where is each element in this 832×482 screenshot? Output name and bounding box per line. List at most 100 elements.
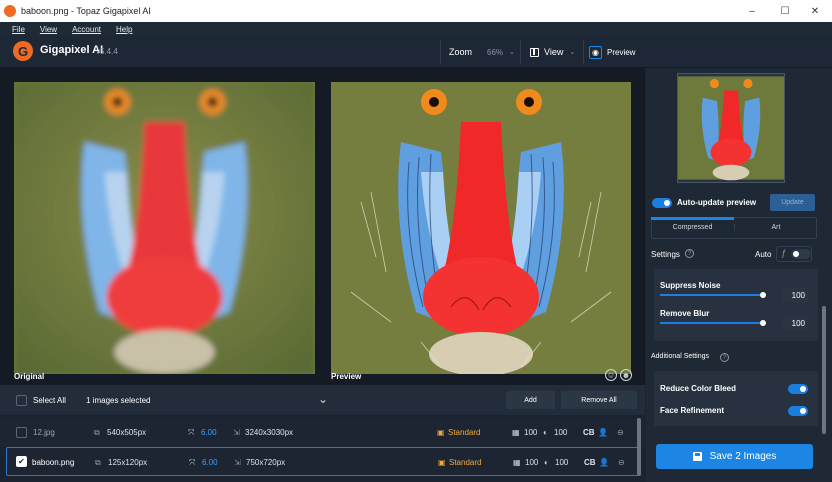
toolbar-separator xyxy=(583,40,584,64)
help-icon[interactable]: ? xyxy=(720,353,729,362)
model-icon: ▣ xyxy=(437,428,445,437)
select-all-label[interactable]: Select All xyxy=(33,396,66,405)
file-checkbox[interactable] xyxy=(16,427,27,438)
toolbar-separator xyxy=(440,40,441,64)
blur-icon: ◐ xyxy=(543,428,548,437)
window-title: baboon.png - Topaz Gigapixel AI xyxy=(21,6,151,16)
auto-update-label: Auto-update preview xyxy=(677,198,757,207)
app-header xyxy=(0,36,832,68)
preview-label-overlay: Preview xyxy=(331,372,362,381)
view-dropdown[interactable]: View ⌄ xyxy=(530,40,578,64)
noise-icon: ▦ xyxy=(512,428,520,437)
file-name: baboon.png xyxy=(32,458,75,467)
remove-blur-thumb[interactable] xyxy=(760,320,766,326)
chevron-down-icon: ⌄ xyxy=(569,49,576,56)
add-button[interactable]: Add xyxy=(506,391,555,409)
input-size: 125x120px xyxy=(108,458,148,467)
tab-compressed[interactable]: Compressed xyxy=(651,224,734,231)
panel-scrollbar[interactable] xyxy=(822,306,826,434)
chevron-down-icon: ⌄ xyxy=(509,49,515,56)
additional-settings-section xyxy=(654,371,818,426)
emoji-icon[interactable]: ☻ xyxy=(620,369,632,381)
reduce-color-bleed-toggle[interactable] xyxy=(788,384,808,394)
view-label: View xyxy=(544,47,564,57)
scale-value[interactable]: 6.00 xyxy=(202,458,218,467)
model-name[interactable]: Standard xyxy=(448,428,480,437)
preview-button[interactable]: ◉ Preview xyxy=(589,40,641,64)
app-name: Gigapixel AI xyxy=(40,44,104,56)
update-button[interactable]: Update xyxy=(770,194,815,211)
blur-value: 100 xyxy=(555,458,569,467)
file-name: 12.jpg xyxy=(33,428,55,437)
tab-art[interactable]: Art xyxy=(734,224,817,231)
title-bar: baboon.png - Topaz Gigapixel AI – ☐ ✕ xyxy=(0,0,832,22)
file-row[interactable]: 12.jpg ⧉ 540x505px ⤧ 6.00 ⇲ 3240x3030px … xyxy=(0,418,645,447)
face-refinement-toggle[interactable] xyxy=(788,406,808,416)
model-icon: ▣ xyxy=(438,458,446,467)
navigator-thumbnail[interactable] xyxy=(677,73,785,183)
noise-value: 100 xyxy=(524,428,538,437)
zoom-dropdown[interactable]: Zoom 66% ⌄ xyxy=(449,40,517,64)
model-name[interactable]: Standard xyxy=(449,458,481,467)
remove-icon[interactable]: ⊖ xyxy=(617,428,624,437)
settings-label: Settings xyxy=(651,250,680,259)
menu-bar: File View Account Help xyxy=(0,22,832,36)
remove-all-button[interactable]: Remove All xyxy=(561,391,637,409)
noise-icon: ▦ xyxy=(513,458,521,467)
file-checkbox-checked[interactable]: ✔ xyxy=(16,456,27,467)
save-images-button[interactable]: Save 2 Images xyxy=(656,444,813,469)
app-version: v5.4.4 xyxy=(96,47,118,56)
blur-icon: ◐ xyxy=(544,458,549,467)
input-size: 540x505px xyxy=(107,428,147,437)
remove-blur-slider[interactable] xyxy=(660,322,763,324)
save-button-label: Save 2 Images xyxy=(709,451,777,462)
original-label: Original xyxy=(14,372,45,381)
auto-label: Auto xyxy=(755,250,772,259)
preview-image[interactable] xyxy=(331,82,631,374)
settings-sliders xyxy=(654,269,818,341)
suppress-noise-slider[interactable] xyxy=(660,294,763,296)
menu-view[interactable]: View xyxy=(40,25,57,34)
menu-file[interactable]: File xyxy=(12,25,25,34)
zoom-value: 66% xyxy=(487,47,504,57)
close-button[interactable]: ✕ xyxy=(799,0,831,22)
output-size: 3240x3030px xyxy=(245,428,294,437)
maximize-button[interactable]: ☐ xyxy=(769,0,801,22)
color-bleed-badge: CB xyxy=(583,428,595,437)
toolbar-separator xyxy=(520,40,521,64)
auto-update-toggle[interactable] xyxy=(652,198,672,208)
eye-icon: ◉ xyxy=(589,45,602,59)
face-icon[interactable]: ☺ xyxy=(605,369,617,381)
auto-settings-toggle[interactable] xyxy=(791,249,811,259)
original-image[interactable] xyxy=(14,82,315,374)
file-list-scrollbar[interactable] xyxy=(637,418,641,476)
output-size: 750x720px xyxy=(246,458,286,467)
suppress-noise-label: Suppress Noise xyxy=(660,281,721,290)
magic-wand-icon: ƒ xyxy=(781,248,787,258)
scale-value[interactable]: 6.00 xyxy=(201,428,217,437)
noise-value: 100 xyxy=(525,458,539,467)
reduce-color-bleed-label: Reduce Color Bleed xyxy=(660,384,737,393)
help-icon[interactable]: ? xyxy=(685,249,694,258)
face-refinement-icon: 👤 xyxy=(599,458,609,467)
preview-label: Preview xyxy=(607,47,636,57)
input-size-icon: ⧉ xyxy=(95,458,101,467)
suppress-noise-thumb[interactable] xyxy=(760,292,766,298)
minimize-button[interactable]: – xyxy=(736,0,768,22)
select-all-checkbox[interactable] xyxy=(16,395,27,406)
menu-account[interactable]: Account xyxy=(72,25,101,34)
face-refinement-icon: 👤 xyxy=(598,428,608,437)
selected-count: 1 images selected xyxy=(86,396,151,405)
blur-value: 100 xyxy=(554,428,568,437)
app-icon xyxy=(4,5,16,17)
remove-blur-value[interactable]: 100 xyxy=(782,316,808,330)
gigapixel-logo-icon: G xyxy=(13,41,33,61)
remove-icon[interactable]: ⊖ xyxy=(618,458,625,467)
file-row-selected[interactable]: ✔ baboon.png ⧉ 125x120px ⤧ 6.00 ⇲ 750x72… xyxy=(6,447,639,476)
scale-icon: ⤧ xyxy=(188,428,195,437)
save-icon xyxy=(692,452,702,461)
menu-help[interactable]: Help xyxy=(116,25,132,34)
suppress-noise-value[interactable]: 100 xyxy=(782,288,808,302)
zoom-label: Zoom xyxy=(449,47,473,57)
chevron-down-icon[interactable]: ⌄ xyxy=(318,392,328,406)
